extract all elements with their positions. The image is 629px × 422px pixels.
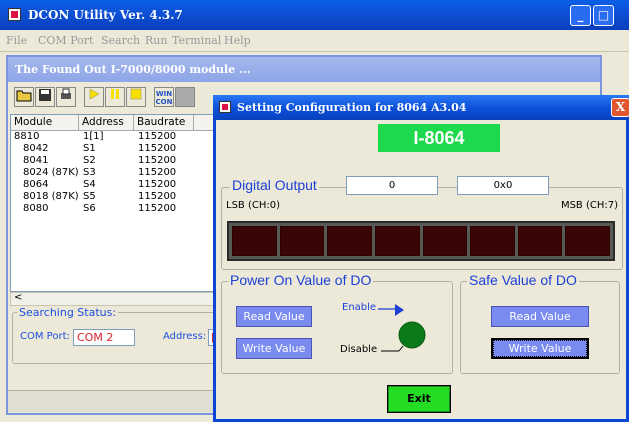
save-icon[interactable]	[35, 87, 55, 107]
table-row[interactable]: 8064 S4 115200	[11, 179, 215, 191]
exit-button[interactable]: Exit	[387, 385, 451, 413]
safe-write-button[interactable]: Write Value	[491, 338, 589, 359]
dialog-titlebar: Setting Configuration for 8064 A3.04 X	[213, 95, 629, 120]
cell-baudrate: 115200	[138, 179, 177, 190]
address-label: Address:	[163, 331, 207, 342]
power-on-read-button[interactable]: Read Value	[236, 306, 312, 327]
scroll-left-icon[interactable]: <	[14, 292, 22, 303]
enable-disable-switch-icon[interactable]	[377, 300, 437, 360]
digital-output-legend: Digital Output	[230, 177, 319, 193]
toolbar-extra-icon[interactable]	[175, 87, 195, 107]
cell-module: 8042	[23, 143, 49, 154]
table-horizontal-scrollbar[interactable]: <	[10, 292, 216, 306]
do-led-ch3[interactable]	[374, 226, 420, 256]
safe-read-button[interactable]: Read Value	[491, 306, 589, 327]
toolbar: WIN CON	[14, 87, 224, 109]
table-row[interactable]: 8041 S2 115200	[11, 155, 215, 167]
com-port-label: COM Port:	[20, 331, 70, 342]
cell-baudrate: 115200	[138, 167, 177, 178]
close-button[interactable]: X	[611, 98, 629, 117]
disable-label: Disable	[340, 344, 378, 355]
table-row[interactable]: 8080 S6 115200	[11, 203, 215, 215]
cell-address: 1[1]	[83, 131, 104, 142]
menu-file[interactable]: File	[6, 34, 27, 47]
do-hex-field[interactable]: 0x0	[457, 176, 549, 195]
table-row[interactable]: 8042 S1 115200	[11, 143, 215, 155]
do-led-ch5[interactable]	[470, 226, 515, 256]
model-banner: I-8064	[378, 124, 500, 152]
menu-terminal[interactable]: Terminal	[172, 34, 221, 47]
settings-dialog: Setting Configuration for 8064 A3.04 X I…	[213, 95, 629, 422]
pause-icon[interactable]	[105, 87, 125, 107]
cell-address: S5	[83, 191, 96, 202]
cell-address: S4	[83, 179, 96, 190]
win-con-icon[interactable]: WIN CON	[154, 87, 174, 107]
safe-value-legend: Safe Value of DO	[467, 272, 579, 288]
cell-baudrate: 115200	[138, 203, 177, 214]
print-icon[interactable]	[56, 87, 76, 107]
do-led-panel	[227, 221, 615, 261]
main-titlebar: DCON Utility Ver. 4.3.7 _ □	[0, 0, 629, 30]
menu-help[interactable]: Help	[224, 34, 251, 47]
safe-value-group: Safe Value of DO Read Value Write Value	[460, 272, 620, 374]
found-window-bottom-bar	[8, 390, 218, 412]
do-decimal-field[interactable]: 0	[346, 176, 438, 195]
menu-run[interactable]: Run	[145, 34, 167, 47]
power-on-group: Power On Value of DO Read Value Write Va…	[221, 272, 453, 374]
cell-address: S2	[83, 155, 96, 166]
digital-output-group: Digital Output 0 0x0 LSB (CH:0) MSB (CH:…	[221, 176, 623, 270]
cell-module: 8064	[23, 179, 49, 190]
column-header-address[interactable]: Address	[79, 115, 134, 130]
do-led-ch1[interactable]	[279, 226, 325, 256]
do-led-ch4[interactable]	[422, 226, 468, 256]
com-port-field: COM 2	[73, 329, 135, 346]
open-folder-icon[interactable]	[14, 87, 34, 107]
cell-module: 8041	[23, 155, 49, 166]
do-led-ch0[interactable]	[232, 226, 277, 256]
cell-module: 8810	[14, 131, 40, 142]
do-led-ch2[interactable]	[327, 226, 372, 256]
menu-com-port[interactable]: COM Port	[38, 34, 93, 47]
do-led-ch6[interactable]	[517, 226, 563, 256]
power-on-legend: Power On Value of DO	[228, 272, 374, 288]
column-header-module[interactable]: Module	[11, 115, 79, 130]
table-row[interactable]: 8810 1[1] 115200	[11, 131, 215, 143]
cell-address: S3	[83, 167, 96, 178]
cell-baudrate: 115200	[138, 191, 177, 202]
cell-baudrate: 115200	[138, 143, 177, 154]
cell-baudrate: 115200	[138, 131, 177, 142]
column-header-baudrate[interactable]: Baudrate	[134, 115, 194, 130]
enable-label: Enable	[342, 302, 377, 313]
table-header: Module Address Baudrate	[11, 115, 215, 131]
menu-search[interactable]: Search	[101, 34, 140, 47]
table-row[interactable]: 8018 (87K) S5 115200	[11, 191, 215, 203]
stop-icon[interactable]	[126, 87, 146, 107]
power-on-write-button[interactable]: Write Value	[236, 338, 312, 359]
cell-module: 8024 (87K)	[23, 167, 79, 178]
searching-status-group: Searching Status: COM Port: COM 2 Addres…	[12, 306, 222, 364]
lsb-label: LSB (CH:0)	[226, 200, 280, 211]
cell-module: 8080	[23, 203, 49, 214]
minimize-button[interactable]: _	[570, 5, 591, 26]
main-window-title: DCON Utility Ver. 4.3.7	[28, 8, 183, 22]
found-window-title: The Found Out I-7000/8000 module ...	[8, 57, 600, 82]
menu-bar: File COM Port Search Run Terminal Help	[0, 30, 629, 52]
cell-address: S1	[83, 143, 96, 154]
msb-label: MSB (CH:7)	[560, 200, 618, 211]
play-icon[interactable]	[84, 87, 104, 107]
cell-module: 8018 (87K)	[23, 191, 79, 202]
dialog-title: Setting Configuration for 8064 A3.04	[237, 101, 467, 114]
app-icon	[8, 8, 21, 21]
searching-status-legend: Searching Status:	[17, 306, 119, 319]
cell-address: S6	[83, 203, 96, 214]
module-table: Module Address Baudrate 8810 1[1] 115200…	[10, 114, 216, 292]
maximize-button[interactable]: □	[593, 5, 614, 26]
do-led-ch7[interactable]	[565, 226, 610, 256]
cell-baudrate: 115200	[138, 155, 177, 166]
dialog-app-icon	[219, 101, 231, 113]
table-row[interactable]: 8024 (87K) S3 115200	[11, 167, 215, 179]
